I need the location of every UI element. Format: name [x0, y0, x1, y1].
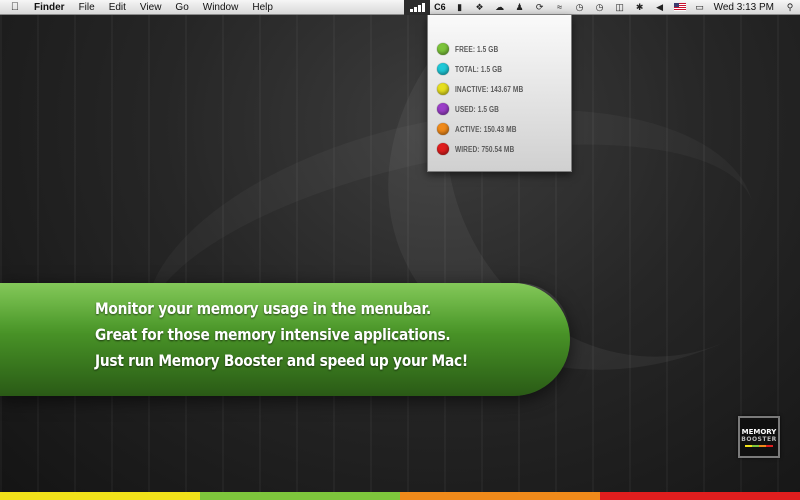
- purple-dot-icon: [437, 103, 449, 115]
- volume-icon[interactable]: ◀: [650, 0, 670, 15]
- memory-used-label: USED: 1.5 GB: [455, 104, 500, 114]
- bluetooth-icon[interactable]: ✱: [630, 0, 650, 15]
- cloud-icon[interactable]: ☁: [490, 0, 510, 15]
- clock-icon[interactable]: ◷: [590, 0, 610, 15]
- color-segment-yellow: [0, 492, 200, 500]
- menu-window[interactable]: Window: [196, 0, 246, 15]
- memory-row-inactive: INACTIVE: 143.67 MB: [428, 79, 571, 99]
- menubar-clock[interactable]: Wed 3:13 PM: [710, 2, 780, 13]
- dropbox-icon[interactable]: ❖: [470, 0, 490, 15]
- promo-line-1: Monitor your memory usage in the menubar…: [95, 299, 431, 318]
- promo-line-3: Just run Memory Booster and speed up you…: [95, 351, 468, 370]
- color-segment-green: [200, 492, 400, 500]
- memory-bars-icon: [409, 2, 425, 12]
- status-area: C6 ▮ ❖ ☁ ♟ ⟳ ≈ ◷ ◷ ◫ ✱ ◀ ▭ Wed 3:13 PM ⚲: [404, 0, 800, 15]
- memory-row-wired: WIRED: 750.54 MB: [428, 139, 571, 159]
- yellow-dot-icon: [437, 83, 449, 95]
- memory-free-label: FREE: 1.5 GB: [455, 44, 499, 54]
- time-machine-icon[interactable]: ◷: [570, 0, 590, 15]
- memory-row-free: FREE: 1.5 GB: [428, 39, 571, 59]
- menu-finder[interactable]: Finder: [30, 0, 72, 15]
- menu-view[interactable]: View: [133, 0, 169, 15]
- menu-go[interactable]: Go: [168, 0, 195, 15]
- memory-row-total: TOTAL: 1.5 GB: [428, 59, 571, 79]
- memory-inactive-label: INACTIVE: 143.67 MB: [455, 84, 524, 94]
- display-icon[interactable]: ◫: [610, 0, 630, 15]
- flag-icon[interactable]: [670, 0, 690, 15]
- document-icon[interactable]: ▮: [450, 0, 470, 15]
- memory-row-used: USED: 1.5 GB: [428, 99, 571, 119]
- memory-booster-menu-icon[interactable]: [404, 0, 431, 15]
- color-segment-orange: [400, 492, 600, 500]
- logo-line-1: MEMORY: [741, 427, 777, 436]
- cyan-dot-icon: [437, 63, 449, 75]
- logo-line-2: BOOSTER: [741, 435, 777, 443]
- wifi-icon[interactable]: ≈: [550, 0, 570, 15]
- memory-total-label: TOTAL: 1.5 GB: [455, 64, 503, 74]
- promo-banner-text: Monitor your memory usage in the menubar…: [95, 296, 545, 374]
- user-icon[interactable]: ♟: [510, 0, 530, 15]
- memory-status-text[interactable]: C6: [430, 2, 450, 12]
- apple-logo-icon[interactable]: : [0, 1, 30, 13]
- bottom-color-bar: [0, 492, 800, 500]
- menu-edit[interactable]: Edit: [102, 0, 133, 15]
- promo-line-2: Great for those memory intensive applica…: [95, 325, 451, 344]
- memory-dropdown-panel: FREE: 1.5 GB TOTAL: 1.5 GB INACTIVE: 143…: [427, 15, 572, 172]
- memory-active-label: ACTIVE: 150.43 MB: [455, 124, 517, 134]
- green-dot-icon: [437, 43, 449, 55]
- menu-file[interactable]: File: [72, 0, 102, 15]
- sync-icon[interactable]: ⟳: [530, 0, 550, 15]
- spotlight-search-icon[interactable]: ⚲: [780, 0, 800, 15]
- logo-stripe: [745, 444, 773, 447]
- orange-dot-icon: [437, 123, 449, 135]
- memory-booster-logo: MEMORY BOOSTER: [738, 416, 780, 458]
- red-dot-icon: [437, 143, 449, 155]
- menu-help[interactable]: Help: [245, 0, 280, 15]
- memory-wired-label: WIRED: 750.54 MB: [455, 144, 515, 154]
- memory-row-active: ACTIVE: 150.43 MB: [428, 119, 571, 139]
- color-segment-red: [600, 492, 800, 500]
- menubar:  Finder File Edit View Go Window Help C…: [0, 0, 800, 15]
- battery-icon[interactable]: ▭: [690, 0, 710, 15]
- desktop-background: [0, 0, 800, 500]
